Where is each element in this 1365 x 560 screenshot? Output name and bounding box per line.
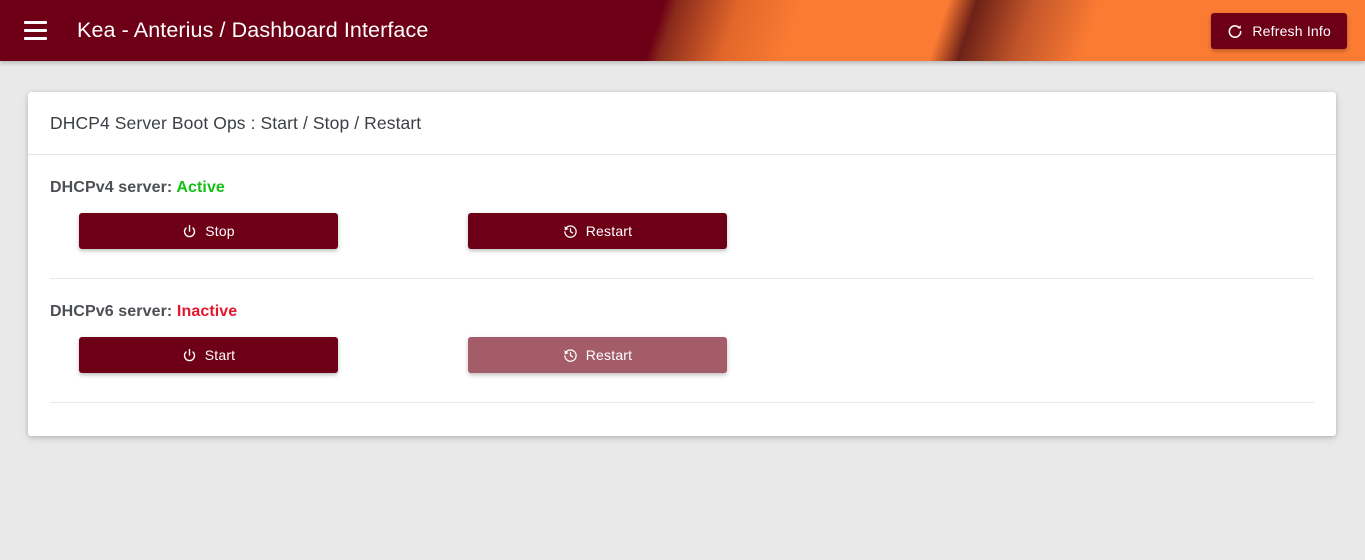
refresh-icon	[1227, 23, 1243, 39]
hamburger-bar	[23, 21, 47, 24]
hamburger-menu-icon[interactable]	[18, 14, 52, 48]
dhcp-boot-ops-card: DHCP4 Server Boot Ops : Start / Stop / R…	[28, 92, 1336, 436]
dhcpv6-restart-label: Restart	[585, 347, 633, 363]
dhcpv6-secondary-button-slot: Restart	[468, 337, 857, 373]
power-icon	[182, 348, 197, 363]
dhcpv4-stop-label: Stop	[205, 223, 235, 239]
page-body: DHCP4 Server Boot Ops : Start / Stop / R…	[0, 61, 1365, 560]
dhcpv6-start-label: Start	[204, 347, 236, 363]
dhcpv6-status-badge: Inactive	[176, 303, 238, 320]
page-title: Kea - Anterius / Dashboard Interface	[77, 18, 429, 42]
history-icon	[563, 224, 578, 239]
dhcpv6-start-button[interactable]: Start	[79, 337, 338, 373]
dhcpv4-stop-button[interactable]: Stop	[79, 213, 338, 249]
hamburger-bar	[23, 29, 47, 32]
refresh-info-button[interactable]: Refresh Info	[1211, 12, 1347, 49]
dhcpv6-name-label: DHCPv6 server:	[50, 303, 173, 320]
server-block-dhcpv4: DHCPv4 server: Active Stop Restart	[50, 155, 1314, 278]
power-icon	[182, 224, 197, 239]
card-title: DHCP4 Server Boot Ops : Start / Stop / R…	[50, 112, 422, 133]
dhcpv6-restart-button: Restart	[468, 337, 727, 373]
dhcpv6-button-row: Start Restart	[50, 337, 1314, 402]
dhcpv4-status-line: DHCPv4 server: Active	[50, 179, 1314, 197]
card-body: DHCPv4 server: Active Stop Restart DHCPv…	[28, 155, 1336, 436]
app-header: Kea - Anterius / Dashboard Interface Ref…	[0, 0, 1365, 61]
dhcpv4-restart-button[interactable]: Restart	[468, 213, 727, 249]
dhcpv4-primary-button-slot: Stop	[79, 213, 468, 249]
card-header: DHCP4 Server Boot Ops : Start / Stop / R…	[28, 92, 1336, 155]
dhcpv4-button-row: Stop Restart	[50, 213, 1314, 278]
dhcpv4-status-badge: Active	[176, 179, 225, 196]
dhcpv4-restart-label: Restart	[585, 223, 633, 239]
server-block-dhcpv6: DHCPv6 server: Inactive Start Restart	[50, 279, 1314, 402]
dhcpv4-name-label: DHCPv4 server:	[50, 179, 173, 196]
dhcpv6-status-line: DHCPv6 server: Inactive	[50, 303, 1314, 321]
header-content: Kea - Anterius / Dashboard Interface Ref…	[0, 0, 1365, 61]
dhcpv6-primary-button-slot: Start	[79, 337, 468, 373]
hamburger-bar	[23, 37, 47, 40]
refresh-info-label: Refresh Info	[1252, 22, 1331, 39]
dhcpv4-secondary-button-slot: Restart	[468, 213, 857, 249]
card-tail-space	[50, 403, 1314, 436]
history-icon	[563, 348, 578, 363]
